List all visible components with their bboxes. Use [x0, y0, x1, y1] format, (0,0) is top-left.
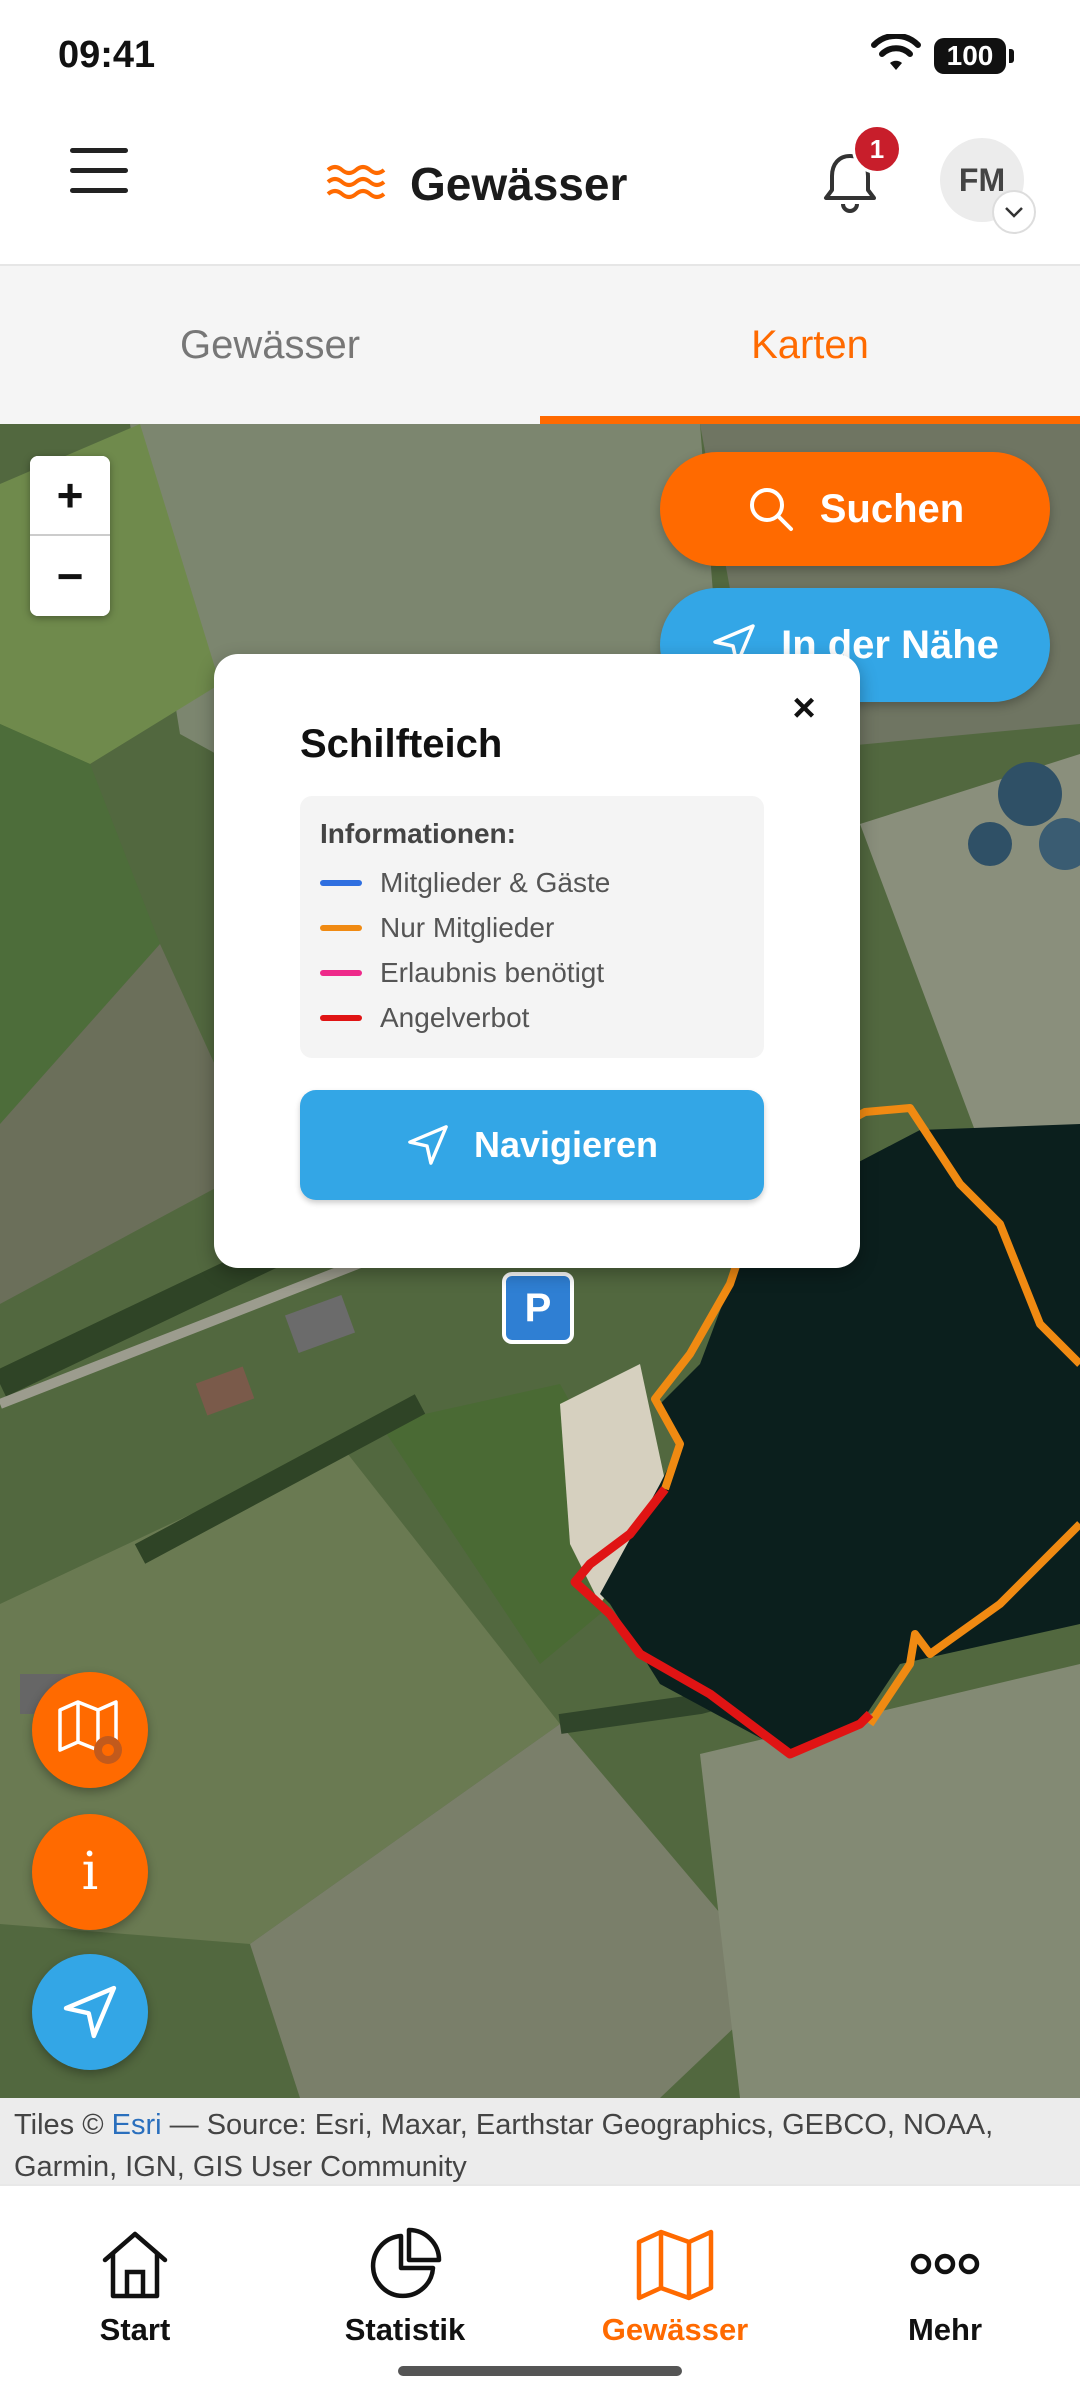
menu-icon[interactable] — [70, 146, 130, 194]
parking-marker[interactable]: P — [502, 1272, 574, 1344]
navigation-arrow-icon — [408, 1125, 448, 1165]
page-title: Gewässer — [410, 158, 628, 210]
notification-badge: 1 — [852, 124, 902, 174]
nav-label: Statistik — [344, 2312, 466, 2347]
map-settings-icon — [58, 1700, 122, 1764]
search-icon — [749, 488, 793, 531]
zoom-control: + − — [30, 456, 110, 616]
nav-label: Gewässer — [601, 2312, 749, 2347]
water-waves-icon — [326, 165, 386, 199]
nav-label: Start — [99, 2312, 171, 2347]
status-bar: 09:41 100 — [0, 0, 1080, 110]
legend-swatch — [320, 924, 362, 931]
map-icon — [636, 2229, 714, 2301]
pie-chart-icon — [370, 2227, 442, 2299]
search-button-label: Suchen — [819, 486, 965, 531]
satellite-map[interactable]: P + − Suchen In der Nähe × Schilfteich I… — [0, 424, 1080, 2098]
search-button[interactable]: Suchen — [660, 452, 1050, 566]
tab-gewaesser[interactable]: Gewässer — [0, 266, 540, 424]
legend-item: Nur Mitglieder — [320, 905, 744, 950]
legend-label: Angelverbot — [380, 1001, 530, 1033]
popup-title: Schilfteich — [300, 722, 503, 766]
zoom-out-button[interactable]: − — [30, 536, 110, 616]
legend-swatch — [320, 879, 362, 886]
legend-label: Nur Mitglieder — [380, 911, 555, 943]
tab-karten[interactable]: Karten — [540, 266, 1080, 424]
legend-label: Erlaubnis benötigt — [380, 956, 605, 988]
home-icon — [102, 2231, 168, 2299]
nav-item-start[interactable]: Start — [0, 2186, 270, 2400]
app-header: Gewässer 1 FM — [0, 110, 1080, 266]
map-settings-button[interactable] — [32, 1672, 148, 1788]
home-indicator — [398, 2366, 682, 2376]
header-brand: Gewässer — [326, 152, 627, 216]
status-time: 09:41 — [58, 34, 156, 76]
legend-swatch — [320, 1014, 362, 1021]
navigation-arrow-icon — [63, 1985, 117, 2039]
battery-indicator: 100 — [934, 38, 1014, 74]
legend-swatch — [320, 969, 362, 976]
legend-item: Angelverbot — [320, 995, 744, 1040]
locate-me-button[interactable] — [32, 1954, 148, 2070]
attribution-source: — Source: Esri, Maxar, Earthstar Geograp… — [14, 2109, 994, 2183]
navigate-button-label: Navigieren — [473, 1124, 659, 1165]
wifi-icon — [871, 34, 921, 70]
legend-item: Erlaubnis benötigt — [320, 950, 744, 995]
more-icon — [910, 2253, 980, 2275]
water-info-popup: × Schilfteich Informationen: Mitglieder … — [214, 654, 860, 1268]
esri-link[interactable]: Esri — [112, 2109, 162, 2141]
navigate-button[interactable]: Navigieren — [300, 1090, 764, 1200]
nav-label: Mehr — [907, 2312, 983, 2347]
map-attribution: Tiles © Esri — Source: Esri, Maxar, Eart… — [0, 2098, 1080, 2184]
tab-bar: Gewässer Karten — [0, 266, 1080, 424]
legend-item: Mitglieder & Gäste — [320, 860, 744, 905]
close-icon[interactable]: × — [786, 688, 822, 728]
legend-heading: Informationen: — [320, 818, 516, 849]
nav-item-mehr[interactable]: Mehr — [810, 2186, 1080, 2400]
info-button[interactable]: i — [32, 1814, 148, 1930]
chevron-down-icon[interactable] — [992, 190, 1036, 234]
legend-box: Informationen: Mitglieder & Gäste Nur Mi… — [300, 796, 764, 1058]
legend-label: Mitglieder & Gäste — [380, 866, 611, 898]
zoom-in-button[interactable]: + — [30, 456, 110, 536]
attribution-prefix: Tiles © — [14, 2109, 112, 2141]
